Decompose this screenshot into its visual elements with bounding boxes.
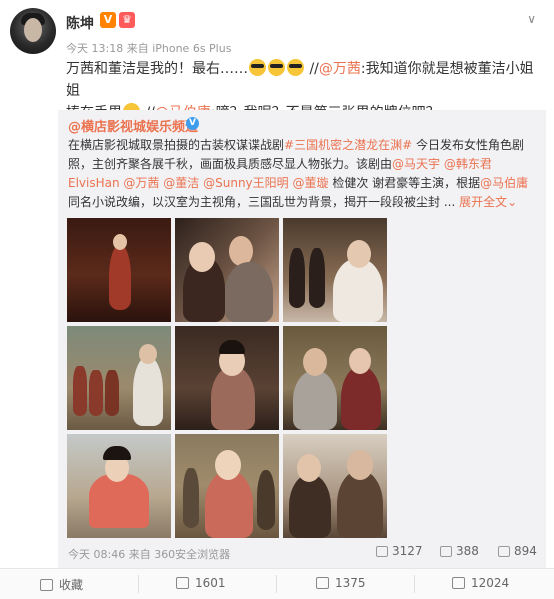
- post-meta: 今天 13:18 来自 iPhone 6s Plus: [66, 42, 232, 55]
- verified-badge-icon: V: [100, 12, 116, 28]
- photo-thumbnail[interactable]: [67, 326, 171, 430]
- thumbs-up-icon: [498, 546, 510, 557]
- photo-thumbnail[interactable]: [175, 326, 279, 430]
- repost-comment-count[interactable]: 388: [440, 544, 479, 558]
- chevron-down-icon: ⌄: [507, 195, 518, 209]
- repost-like-count[interactable]: 894: [498, 544, 537, 558]
- cool-emoji-icon: [268, 59, 285, 76]
- comment-icon: [440, 546, 452, 557]
- favorite-button[interactable]: 收藏: [40, 576, 83, 593]
- repost-author-name[interactable]: @横店影视城娱乐频道: [68, 116, 198, 135]
- comment-button[interactable]: 1375: [316, 576, 366, 590]
- action-bar: 收藏 1601 1375 12024: [0, 568, 554, 599]
- member-badge-icon[interactable]: ♛: [119, 12, 135, 28]
- divider: [414, 575, 415, 593]
- divider: [138, 575, 139, 593]
- repost-meta: 今天 08:46 来自 360安全浏览器: [68, 548, 231, 561]
- mention-link[interactable]: @万茜: [123, 176, 159, 190]
- post-avatar[interactable]: [10, 8, 56, 54]
- star-icon: [40, 579, 53, 591]
- share-icon: [376, 546, 388, 557]
- photo-thumbnail[interactable]: [175, 434, 279, 538]
- repost-box: @横店影视城娱乐频道 V 在横店影视城取景拍摄的古装权谋谍战剧#三国机密之潜龙在…: [58, 110, 546, 568]
- divider: [276, 575, 277, 593]
- like-button[interactable]: 12024: [452, 576, 509, 590]
- mention-link[interactable]: @马天宇: [392, 157, 440, 171]
- mention-link[interactable]: @马伯庸: [480, 176, 528, 190]
- photo-thumbnail[interactable]: [283, 218, 387, 322]
- repost-text: 在横店影视城取景拍摄的古装权谋谍战剧#三国机密之潜龙在渊# 今日发布女性角色剧照…: [68, 138, 529, 209]
- hashtag-link[interactable]: #三国机密之潜龙在渊#: [284, 138, 412, 152]
- share-icon: [176, 577, 189, 589]
- mention-link[interactable]: @董洁: [163, 176, 199, 190]
- more-options-chevron-icon[interactable]: ∨: [527, 12, 536, 26]
- photo-thumbnail[interactable]: [283, 326, 387, 430]
- expand-full-text-link[interactable]: 展开全文⌄: [459, 195, 517, 209]
- mention-link[interactable]: @Sunny王阳明: [203, 176, 289, 190]
- mention-link[interactable]: @董璇: [292, 176, 328, 190]
- cool-emoji-icon: [249, 59, 266, 76]
- thumbs-up-icon: [452, 577, 465, 589]
- comment-icon: [316, 577, 329, 589]
- repost-button[interactable]: 1601: [176, 576, 226, 590]
- photo-thumbnail[interactable]: [67, 218, 171, 322]
- photo-thumbnail[interactable]: [67, 434, 171, 538]
- post-author-name[interactable]: 陈坤: [66, 13, 94, 33]
- mention-wanqian[interactable]: @万茜: [319, 61, 361, 77]
- cool-emoji-icon: [287, 59, 304, 76]
- repost-verified-icon: V: [186, 117, 199, 130]
- photo-thumbnail[interactable]: [283, 434, 387, 538]
- repost-share-count[interactable]: 3127: [376, 544, 423, 558]
- photo-thumbnail[interactable]: [175, 218, 279, 322]
